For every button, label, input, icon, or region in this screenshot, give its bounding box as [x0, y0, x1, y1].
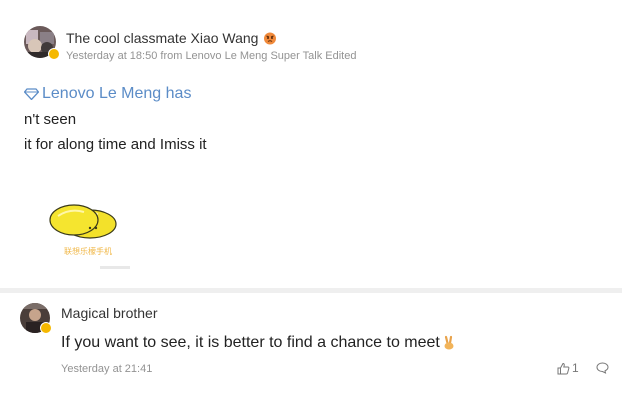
comment-text: If you want to see, it is better to find…	[61, 334, 457, 352]
angry-face-icon	[264, 32, 277, 45]
thumbs-up-icon	[557, 362, 570, 374]
verified-badge-icon	[48, 48, 60, 60]
post-text-line: n't seen	[24, 111, 77, 128]
lemon-sticker-icon[interactable]	[44, 194, 144, 274]
diamond-icon	[24, 88, 39, 100]
author-name[interactable]: The cool classmate Xiao Wang	[66, 30, 258, 46]
topic-link[interactable]: Lenovo Le Meng has	[24, 85, 191, 103]
sticker-caption: 联想乐檬手机	[64, 247, 112, 256]
commenter-name[interactable]: Magical brother	[61, 305, 158, 321]
section-divider	[0, 288, 622, 293]
weibo-post: The cool classmate Xiao Wang Yesterday a…	[0, 0, 640, 288]
like-button[interactable]: 1	[557, 361, 579, 375]
comment-timestamp: Yesterday at 21:41	[61, 363, 153, 375]
sticker-watermark	[100, 266, 130, 269]
comment-body: If you want to see, it is better to find…	[61, 334, 440, 351]
verified-badge-icon	[40, 322, 52, 334]
victory-hand-icon	[444, 335, 454, 350]
comment-icon[interactable]	[596, 362, 609, 374]
topic-label: Lenovo Le Meng has	[42, 85, 192, 102]
post-meta: Yesterday at 18:50 from Lenovo Le Meng S…	[66, 50, 357, 62]
post-text-line: it for along time and Imiss it	[24, 136, 207, 153]
like-count: 1	[572, 361, 579, 375]
